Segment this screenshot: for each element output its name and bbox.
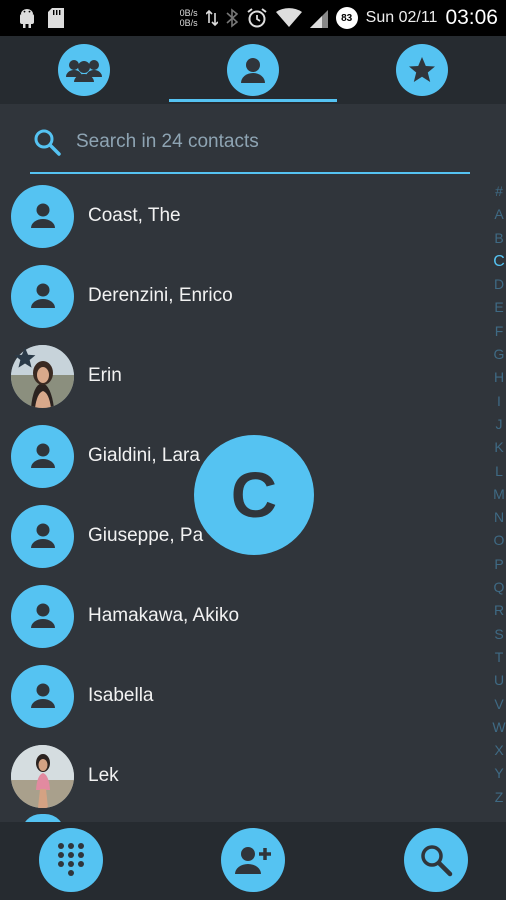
list-item[interactable]: Lek: [0, 736, 480, 816]
add-person-icon: [235, 847, 271, 874]
contact-name: Gialdini, Lara: [88, 445, 200, 466]
alphabet-index-letter[interactable]: G: [489, 343, 506, 366]
alphabet-index-letter[interactable]: I: [489, 390, 506, 413]
contact-name: Coast, The: [88, 205, 181, 226]
alphabet-index-letter[interactable]: U: [489, 669, 506, 692]
alphabet-index-letter[interactable]: #: [489, 180, 506, 203]
fast-scroll-letter-popup: C: [194, 435, 314, 555]
tab-favorites[interactable]: [337, 36, 506, 104]
dialpad-icon: [58, 843, 84, 876]
alphabet-index-letter[interactable]: B: [489, 227, 506, 250]
alphabet-index-letter[interactable]: L: [489, 460, 506, 483]
tab-contacts[interactable]: [168, 36, 338, 104]
battery-indicator: 83: [335, 7, 358, 29]
default-avatar-icon: [11, 664, 74, 728]
alphabet-index-letter[interactable]: H: [489, 366, 506, 389]
search-icon: [34, 129, 61, 156]
person-icon: [227, 44, 279, 96]
alphabet-index-letter[interactable]: O: [489, 529, 506, 552]
contact-photo: [11, 744, 74, 808]
bluetooth-icon: [226, 8, 238, 28]
alphabet-index-letter[interactable]: F: [489, 320, 506, 343]
alphabet-index-letter[interactable]: E: [489, 296, 506, 319]
search-input[interactable]: [76, 131, 456, 153]
alphabet-index-letter[interactable]: P: [489, 553, 506, 576]
search-button[interactable]: [404, 828, 468, 892]
status-time: 03:06: [445, 6, 498, 29]
network-speed: 0B/s 0B/s: [180, 8, 198, 28]
default-avatar-icon: [11, 584, 74, 648]
alphabet-index-letter[interactable]: Z: [489, 786, 506, 809]
list-item[interactable]: Isabella: [0, 656, 480, 736]
list-item[interactable]: Coast, The: [0, 176, 480, 256]
star-icon: [395, 44, 448, 96]
alphabet-index-letter[interactable]: K: [489, 436, 506, 459]
default-avatar-icon: [11, 424, 74, 488]
search-bar: [30, 112, 470, 174]
contact-name: Lek: [88, 765, 119, 786]
dialpad-button[interactable]: [39, 828, 103, 892]
contact-name: Giuseppe, Pa: [88, 525, 204, 546]
default-avatar-icon: [11, 184, 74, 248]
android-icon: [18, 8, 36, 28]
alphabet-index-letter[interactable]: D: [489, 273, 506, 296]
alphabet-index-letter[interactable]: W: [489, 716, 506, 739]
alphabet-index[interactable]: # A B C D E F G H I J K L M N O P Q R S T U V W X Y Z: [489, 180, 506, 809]
data-transfer-icon: [205, 9, 218, 27]
contacts-screen: 0B/s 0B/s 83 Sun 02/11 03:06 Search in 2…: [0, 0, 506, 900]
sd-card-icon: [48, 8, 64, 28]
signal-icon: [309, 8, 328, 28]
default-avatar-icon: [11, 504, 74, 568]
alphabet-index-letter[interactable]: J: [489, 413, 506, 436]
alarm-icon: [246, 7, 268, 29]
net-up-speed: 0B/s: [179, 8, 198, 18]
groups-icon: [58, 44, 111, 96]
alphabet-index-letter[interactable]: C: [489, 250, 506, 273]
list-item[interactable]: Hamakawa, Akiko: [0, 576, 480, 656]
alphabet-index-letter[interactable]: R: [489, 599, 506, 622]
add-contact-button[interactable]: [221, 828, 285, 892]
alphabet-index-letter[interactable]: A: [489, 203, 506, 226]
contact-name: Erin: [88, 365, 122, 386]
net-down-speed: 0B/s: [179, 18, 198, 28]
contact-name: Isabella: [88, 685, 154, 706]
selected-tab-indicator: [168, 99, 338, 102]
contact-name: Hamakawa, Akiko: [88, 605, 240, 626]
alphabet-index-letter[interactable]: Y: [489, 762, 506, 785]
status-bar: 0B/s 0B/s 83 Sun 02/11 03:06: [0, 0, 506, 36]
alphabet-index-letter[interactable]: S: [489, 623, 506, 646]
search-icon: [421, 845, 453, 877]
alphabet-index-letter[interactable]: V: [489, 693, 506, 716]
bottom-action-bar: [0, 822, 506, 900]
default-avatar-icon: [11, 264, 74, 328]
list-item[interactable]: Erin: [0, 336, 480, 416]
alphabet-index-letter[interactable]: N: [489, 506, 506, 529]
list-item[interactable]: Derenzini, Enrico: [0, 256, 480, 336]
tab-bar: [0, 36, 506, 104]
alphabet-index-letter[interactable]: T: [489, 646, 506, 669]
tab-groups[interactable]: [0, 36, 169, 104]
alphabet-index-letter[interactable]: M: [489, 483, 506, 506]
alphabet-index-letter[interactable]: Q: [489, 576, 506, 599]
favorite-star-icon: [14, 347, 36, 368]
contact-name: Derenzini, Enrico: [88, 285, 233, 306]
status-date: Sun 02/11: [365, 9, 438, 26]
wifi-icon: [275, 8, 302, 28]
alphabet-index-letter[interactable]: X: [489, 739, 506, 762]
